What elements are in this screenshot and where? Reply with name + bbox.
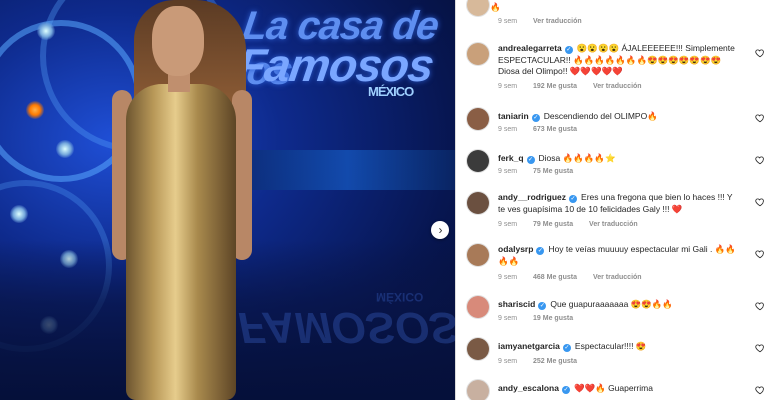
- comment-username[interactable]: odalysrp: [498, 244, 533, 254]
- logo-country: MÉXICO: [368, 84, 414, 99]
- comment-text: andrealegarreta ✓ 😮😮😮😮 ÁJALEEEEEE!!! Simpl…: [498, 43, 738, 78]
- comment-meta: 9 sem Ver traducción: [498, 18, 596, 25]
- avatar[interactable]: [467, 192, 489, 214]
- comment-text: odalysrp ✓ Hoy te veías muuuuy espectacula…: [498, 244, 738, 267]
- avatar[interactable]: [467, 150, 489, 172]
- comment-meta: 9 sem 468 Me gusta Ver traducción: [498, 274, 656, 281]
- translate-link[interactable]: Ver traducción: [533, 18, 582, 25]
- comment-username[interactable]: andrealegarreta: [498, 43, 562, 53]
- comment-likes[interactable]: 192 Me gusta: [533, 83, 577, 90]
- comment-likes[interactable]: 468 Me gusta: [533, 274, 577, 281]
- heart-outline-icon[interactable]: [755, 155, 765, 165]
- comment-time: 9 sem: [498, 358, 518, 365]
- comment-likes[interactable]: 19 Me gusta: [533, 315, 573, 322]
- verified-badge-icon: ✓: [526, 156, 535, 164]
- comment-text: andy_escalona ✓ ❤️❤️🔥 Guaperrima: [498, 383, 738, 395]
- verified-badge-icon: ✓: [562, 344, 571, 352]
- comment-meta: 9 sem 19 Me gusta: [498, 315, 587, 322]
- comment-body: Que guapuraaaaaaa 😍😍🔥🔥: [550, 299, 674, 309]
- comment-text: shariscid ✓ Que guapuraaaaaaa 😍😍🔥🔥: [498, 299, 738, 311]
- comment-time: 9 sem: [498, 274, 518, 281]
- avatar[interactable]: [467, 108, 489, 130]
- comment-body: ❤️❤️🔥 Guaperrima: [573, 383, 653, 393]
- translate-link[interactable]: Ver traducción: [589, 221, 638, 228]
- heart-outline-icon[interactable]: [755, 301, 765, 311]
- avatar[interactable]: [467, 0, 489, 16]
- reflection-text: FAMOSOS: [238, 303, 455, 352]
- comment-likes[interactable]: 252 Me gusta: [533, 358, 577, 365]
- face: [152, 6, 204, 76]
- avatar[interactable]: [467, 296, 489, 318]
- comment-meta: 9 sem 673 Me gusta: [498, 126, 591, 133]
- verified-badge-icon: ✓: [569, 195, 578, 203]
- verified-badge-icon: ✓: [564, 46, 573, 54]
- verified-badge-icon: ✓: [536, 247, 545, 255]
- comment-likes[interactable]: 673 Me gusta: [533, 126, 577, 133]
- comment-text: iamyanetgarcia ✓ Espectacular!!!! 😍: [498, 341, 738, 353]
- comment-time: 9 sem: [498, 18, 518, 25]
- comment-body: Diosa 🔥🔥🔥🔥⭐: [538, 153, 616, 163]
- comment-username[interactable]: andy_escalona: [498, 383, 559, 393]
- verified-badge-icon: ✓: [561, 386, 570, 394]
- heart-outline-icon[interactable]: [755, 343, 765, 353]
- heart-outline-icon[interactable]: [755, 249, 765, 259]
- show-logo: La casa de los Famosos MÉXICO: [234, 2, 446, 102]
- translate-link[interactable]: Ver traducción: [593, 274, 642, 281]
- comment-text: andy__rodriguez ✓ Eres una fregona que bie…: [498, 192, 738, 215]
- comment-text: taniarin ✓ Descendiendo del OLIMPO🔥: [498, 111, 738, 123]
- comment-time: 9 sem: [498, 83, 518, 90]
- comment-time: 9 sem: [498, 168, 518, 175]
- stage-lights: [240, 150, 455, 190]
- verified-badge-icon: ✓: [538, 302, 547, 310]
- reflection-country: MÉXICO: [376, 290, 424, 304]
- comments-panel[interactable]: 🔥 9 sem Ver traducción andrealegarreta ✓ 😮…: [455, 0, 768, 400]
- avatar[interactable]: [467, 244, 489, 266]
- comment-username[interactable]: iamyanetgarcia: [498, 341, 560, 351]
- heart-outline-icon[interactable]: [755, 385, 765, 395]
- stage-light: [56, 140, 74, 158]
- avatar[interactable]: [467, 380, 489, 400]
- stage-light: [10, 205, 28, 223]
- heart-outline-icon[interactable]: [755, 197, 765, 207]
- comment-body: Hoy te veías muuuuy espectacular mi Gali…: [498, 244, 736, 266]
- comment-time: 9 sem: [498, 126, 518, 133]
- next-image-button[interactable]: ›: [431, 221, 449, 239]
- comment-likes[interactable]: 79 Me gusta: [533, 221, 573, 228]
- comment-username[interactable]: shariscid: [498, 299, 535, 309]
- logo-reflection: FAMOSOS MÉXICO: [236, 282, 455, 362]
- comment-text: 🔥: [490, 2, 501, 12]
- comment-meta: 9 sem 75 Me gusta: [498, 168, 587, 175]
- comment-time: 9 sem: [498, 315, 518, 322]
- comment-body: Descendiendo del OLIMPO🔥: [543, 111, 658, 121]
- avatar[interactable]: [467, 338, 489, 360]
- comment-likes[interactable]: 75 Me gusta: [533, 168, 573, 175]
- chevron-right-icon: ›: [438, 223, 443, 237]
- heart-outline-icon[interactable]: [755, 48, 765, 58]
- comment-username[interactable]: ferk_q: [498, 153, 524, 163]
- comment-text: ferk_q ✓ Diosa 🔥🔥🔥🔥⭐: [498, 153, 738, 165]
- stage-light: [26, 101, 44, 119]
- verified-badge-icon: ✓: [531, 114, 540, 122]
- person-figure: [112, 0, 252, 400]
- comment-body: Espectacular!!!! 😍: [574, 341, 647, 351]
- gold-dress: [126, 84, 236, 400]
- comment-meta: 9 sem 79 Me gusta Ver traducción: [498, 221, 652, 228]
- comment-time: 9 sem: [498, 221, 518, 228]
- comment-username[interactable]: andy__rodriguez: [498, 192, 566, 202]
- heart-outline-icon[interactable]: [755, 113, 765, 123]
- translate-link[interactable]: Ver traducción: [593, 83, 642, 90]
- comment-meta: 9 sem 192 Me gusta Ver traducción: [498, 83, 656, 90]
- post-image: La casa de los Famosos MÉXICO FAMOSOS MÉ…: [0, 0, 455, 400]
- stage-light: [37, 22, 55, 40]
- comment-username[interactable]: taniarin: [498, 111, 529, 121]
- avatar[interactable]: [467, 43, 489, 65]
- comment-meta: 9 sem 252 Me gusta: [498, 358, 591, 365]
